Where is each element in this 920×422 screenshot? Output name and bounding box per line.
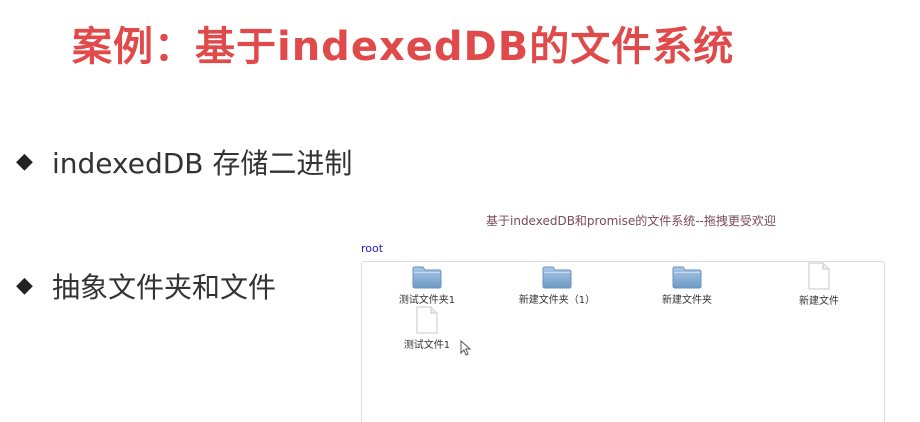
file-icon: [416, 306, 438, 334]
bullet-text: 抽象文件夹和文件: [52, 271, 277, 304]
folder-name: 新建文件夹（1）: [518, 295, 596, 306]
folder-name: 测试文件夹1: [398, 295, 456, 306]
folder-item[interactable]: 新建文件夹: [632, 265, 742, 306]
bullet-item: ◆ 抽象文件夹和文件: [16, 266, 276, 306]
folder-item[interactable]: 测试文件夹1: [372, 265, 482, 306]
folder-item[interactable]: 新建文件夹（1）: [502, 265, 612, 306]
folder-icon: [412, 266, 442, 289]
slide-title: 案例：基于indexedDB的文件系统: [72, 24, 735, 70]
file-browser-panel: 测试文件夹1 新建文件夹（1） 新建文件夹 新建文件 测试文件1: [361, 261, 885, 422]
folder-icon: [672, 266, 702, 289]
folder-icon: [542, 266, 572, 289]
file-name: 新建文件: [799, 296, 839, 307]
diamond-bullet-icon: ◆: [16, 149, 33, 174]
file-item[interactable]: 新建文件: [764, 262, 874, 307]
root-breadcrumb-link[interactable]: root: [361, 242, 383, 255]
demo-heading: 基于indexedDB和promise的文件系统--拖拽更受欢迎: [486, 214, 776, 228]
bullet-item: ◆ indexedDB 存储二进制: [16, 142, 352, 182]
diamond-bullet-icon: ◆: [16, 273, 33, 298]
mouse-cursor-icon: [460, 340, 472, 356]
folder-name: 新建文件夹: [662, 295, 712, 306]
bullet-text: indexedDB 存储二进制: [52, 147, 353, 180]
file-icon: [808, 262, 830, 290]
